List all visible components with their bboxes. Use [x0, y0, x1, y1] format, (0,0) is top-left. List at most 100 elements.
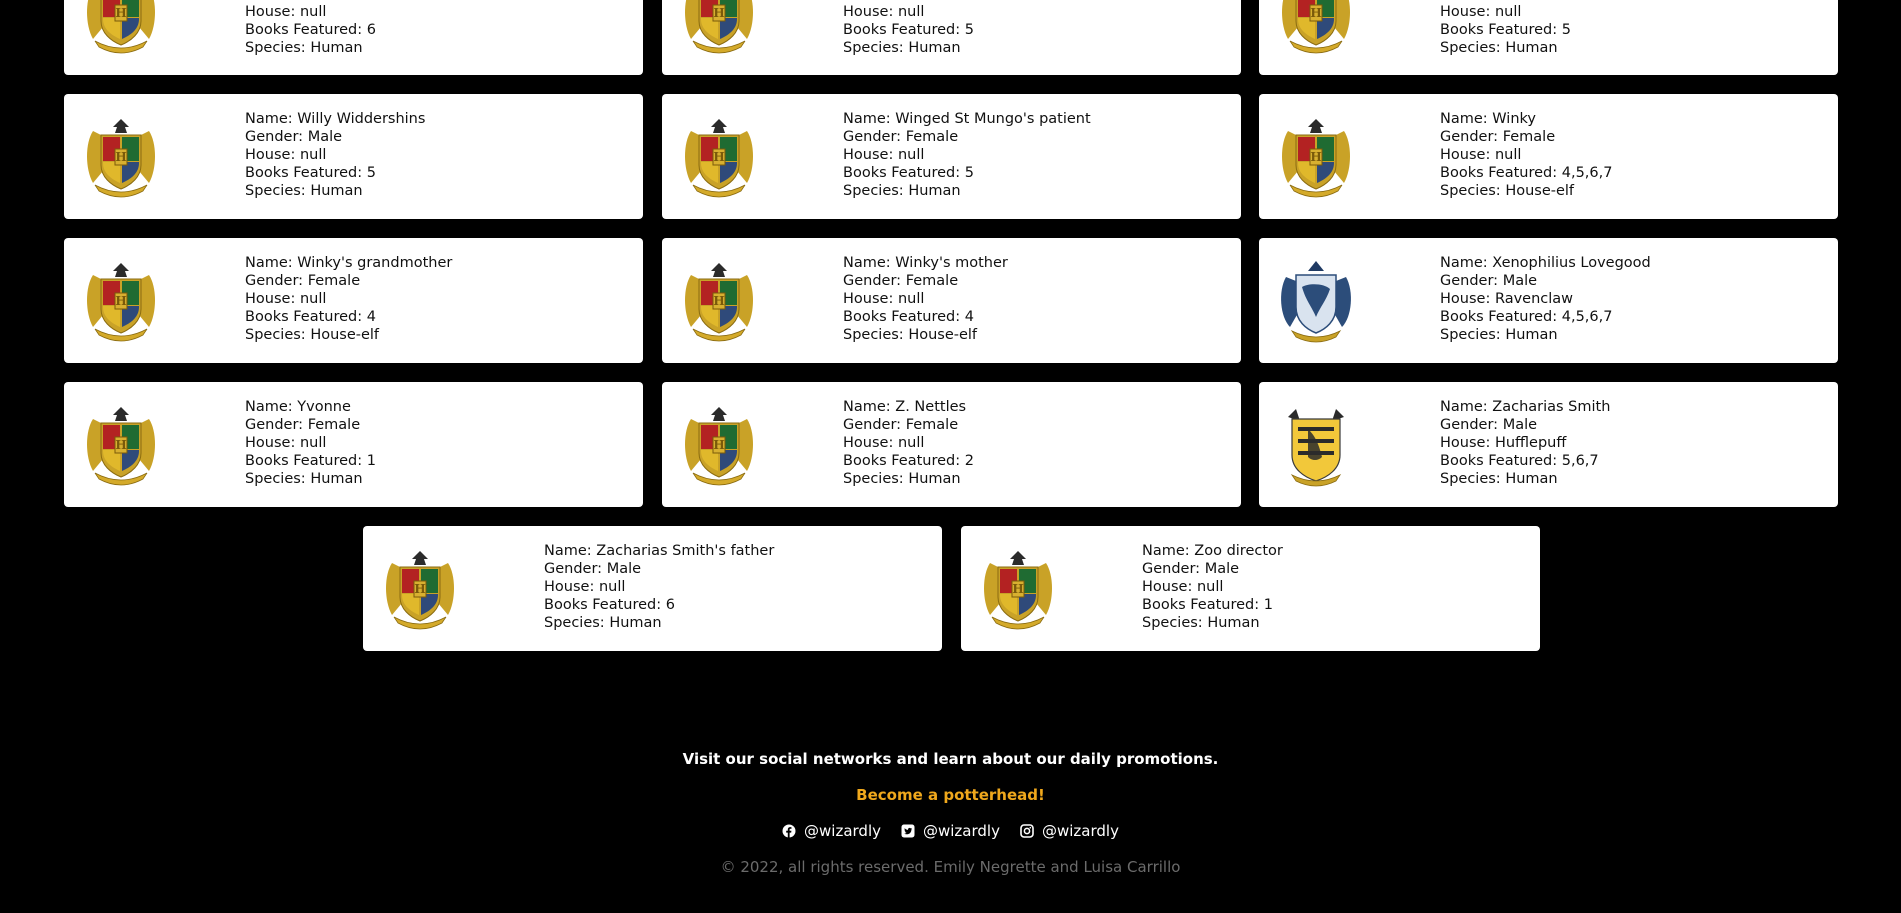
- gender-line: Gender: Female: [843, 129, 959, 145]
- species-line: Species: House-elf: [245, 327, 380, 343]
- character-card: Name: Willy Widdershins Gender: Male Hou…: [64, 94, 643, 219]
- species-line: Species: Human: [1440, 40, 1558, 56]
- name-line: Name: Xenophilius Lovegood: [1440, 255, 1651, 271]
- gender-line: Gender: Female: [245, 273, 361, 289]
- house-line: House: null: [245, 435, 327, 451]
- house-line: House: null: [245, 4, 327, 20]
- hogwarts-crest-icon: [83, 0, 159, 57]
- name-line: Name: Z. Nettles: [843, 399, 967, 415]
- character-info: House: null Books Featured: 6 Species: H…: [245, 3, 376, 57]
- species-line: Species: Human: [245, 40, 363, 56]
- hogwarts-crest-icon: [980, 545, 1056, 633]
- name-line: Name: Winky: [1440, 111, 1536, 127]
- character-card: Name: Winky Gender: Female House: null B…: [1259, 94, 1838, 219]
- name-line: Name: Yvonne: [245, 399, 351, 415]
- character-card: Name: Winged St Mungo's patient Gender: …: [662, 94, 1241, 219]
- species-line: Species: Human: [1142, 615, 1260, 631]
- character-info: House: null Books Featured: 5 Species: H…: [843, 3, 974, 57]
- house-line: House: null: [1142, 579, 1224, 595]
- character-info: Name: Winged St Mungo's patient Gender: …: [843, 110, 1091, 200]
- hogwarts-crest-icon: [83, 401, 159, 489]
- hogwarts-crest-icon: [382, 545, 458, 633]
- twitter-link[interactable]: @wizardly: [901, 822, 1000, 840]
- character-info: Name: Zacharias Smith's father Gender: M…: [544, 542, 774, 632]
- copyright-text: © 2022, all rights reserved. Emily Negre…: [720, 858, 1181, 876]
- instagram-icon: [1020, 824, 1034, 838]
- species-line: Species: Human: [245, 471, 363, 487]
- name-line: Name: Zacharias Smith: [1440, 399, 1611, 415]
- character-info: Name: Z. Nettles Gender: Female House: n…: [843, 398, 974, 488]
- character-card: House: null Books Featured: 5 Species: H…: [1259, 0, 1838, 75]
- name-line: Name: Winged St Mungo's patient: [843, 111, 1091, 127]
- gender-line: Gender: Female: [843, 273, 959, 289]
- character-info: Name: Xenophilius Lovegood Gender: Male …: [1440, 254, 1651, 344]
- character-info: Name: Zacharias Smith Gender: Male House…: [1440, 398, 1610, 488]
- hogwarts-crest-icon: [681, 257, 757, 345]
- house-line: House: null: [1440, 147, 1522, 163]
- name-line: Name: Willy Widdershins: [245, 111, 426, 127]
- potterhead-link[interactable]: Become a potterhead!: [0, 786, 1901, 804]
- gender-line: Gender: Male: [1440, 417, 1538, 433]
- hogwarts-crest-icon: [83, 257, 159, 345]
- character-info: Name: Winky's grandmother Gender: Female…: [245, 254, 452, 344]
- books-line: Books Featured: 5,6,7: [1440, 453, 1599, 469]
- character-info: Name: Yvonne Gender: Female House: null …: [245, 398, 376, 488]
- character-card: Name: Z. Nettles Gender: Female House: n…: [662, 382, 1241, 507]
- house-line: House: null: [245, 147, 327, 163]
- house-line: House: null: [1440, 4, 1522, 20]
- name-line: Name: Zacharias Smith's father: [544, 543, 775, 559]
- hogwarts-crest-icon: [681, 0, 757, 57]
- character-info: Name: Winky's mother Gender: Female Hous…: [843, 254, 1008, 344]
- gender-line: Gender: Male: [1440, 273, 1538, 289]
- books-line: Books Featured: 5: [843, 165, 974, 181]
- species-line: Species: Human: [1440, 327, 1558, 343]
- house-line: House: null: [843, 147, 925, 163]
- character-card: Name: Zacharias Smith's father Gender: M…: [363, 526, 942, 651]
- name-line: Name: Winky's grandmother: [245, 255, 453, 271]
- house-line: House: null: [843, 291, 925, 307]
- books-line: Books Featured: 5: [245, 165, 376, 181]
- books-line: Books Featured: 6: [245, 22, 376, 38]
- hogwarts-crest-icon: [1278, 0, 1354, 57]
- species-line: Species: House-elf: [1440, 183, 1575, 199]
- house-line: House: Ravenclaw: [1440, 291, 1574, 307]
- character-card: Name: Zacharias Smith Gender: Male House…: [1259, 382, 1838, 507]
- character-card: Name: Xenophilius Lovegood Gender: Male …: [1259, 238, 1838, 363]
- instagram-link[interactable]: @wizardly: [1020, 822, 1119, 840]
- character-card: House: null Books Featured: 5 Species: H…: [662, 0, 1241, 75]
- books-line: Books Featured: 1: [1142, 597, 1273, 613]
- books-line: Books Featured: 4: [245, 309, 376, 325]
- house-line: House: Hufflepuff: [1440, 435, 1567, 451]
- character-card: Name: Winky's grandmother Gender: Female…: [64, 238, 643, 363]
- facebook-link[interactable]: @wizardly: [782, 822, 881, 840]
- species-line: Species: Human: [843, 183, 961, 199]
- species-line: Species: Human: [544, 615, 662, 631]
- gender-line: Gender: Male: [1142, 561, 1240, 577]
- hogwarts-crest-icon: [1278, 113, 1354, 201]
- name-line: Name: Zoo director: [1142, 543, 1283, 559]
- character-card: Name: Winky's mother Gender: Female Hous…: [662, 238, 1241, 363]
- species-line: Species: Human: [1440, 471, 1558, 487]
- character-info: Name: Zoo director Gender: Male House: n…: [1142, 542, 1283, 632]
- species-line: Species: Human: [245, 183, 363, 199]
- books-line: Books Featured: 4,5,6,7: [1440, 165, 1613, 181]
- character-card: House: null Books Featured: 6 Species: H…: [64, 0, 643, 75]
- books-line: Books Featured: 6: [544, 597, 675, 613]
- books-line: Books Featured: 2: [843, 453, 974, 469]
- species-line: Species: House-elf: [843, 327, 978, 343]
- twitter-icon: [901, 824, 915, 838]
- gender-line: Gender: Female: [245, 417, 361, 433]
- books-line: Books Featured: 5: [843, 22, 974, 38]
- hogwarts-crest-icon: [681, 401, 757, 489]
- character-card: Name: Yvonne Gender: Female House: null …: [64, 382, 643, 507]
- books-line: Books Featured: 4: [843, 309, 974, 325]
- books-line: Books Featured: 5: [1440, 22, 1571, 38]
- hogwarts-crest-icon: [681, 113, 757, 201]
- house-line: House: null: [843, 4, 925, 20]
- ravenclaw-crest-icon: [1278, 257, 1354, 345]
- house-line: House: null: [245, 291, 327, 307]
- gender-line: Gender: Female: [1440, 129, 1556, 145]
- hogwarts-crest-icon: [83, 113, 159, 201]
- species-line: Species: Human: [843, 40, 961, 56]
- house-line: House: null: [544, 579, 626, 595]
